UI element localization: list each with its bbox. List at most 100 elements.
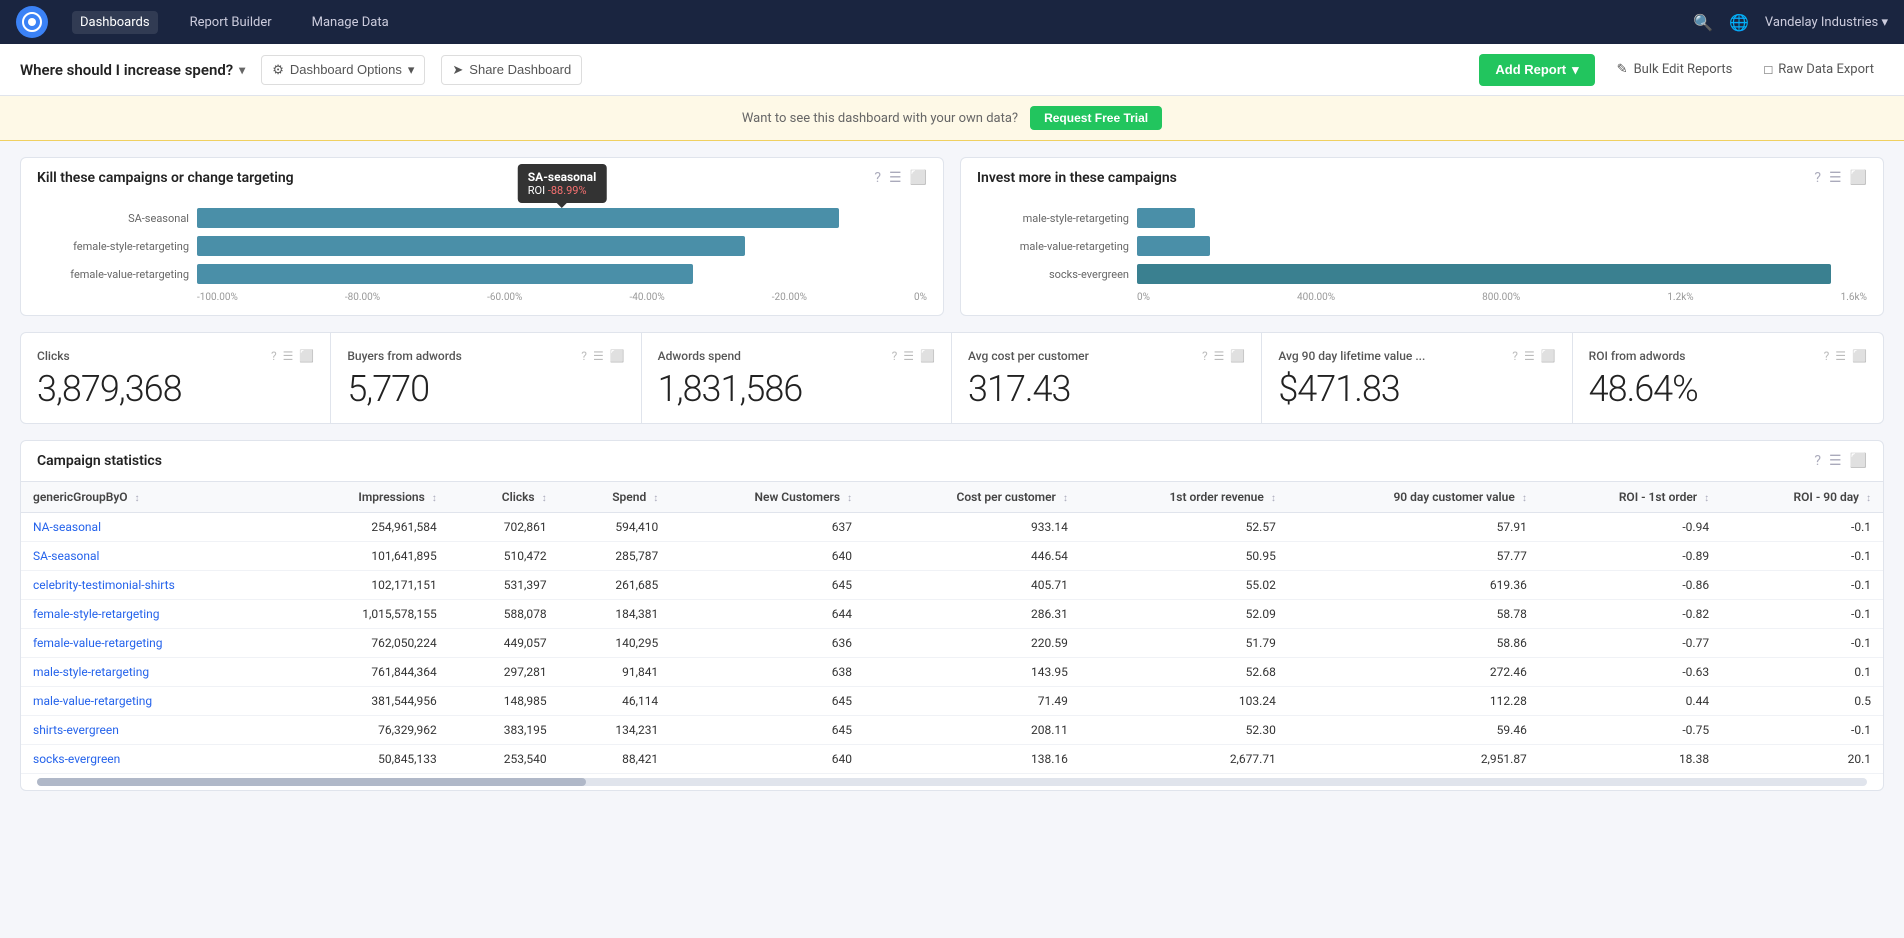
col-clicks[interactable]: Clicks ↕ — [449, 482, 559, 513]
table-scroll[interactable]: genericGroupByO ↕ Impressions ↕ Clicks ↕… — [21, 482, 1883, 774]
bulk-edit-button[interactable]: ✎ Bulk Edit Reports — [1607, 56, 1743, 83]
left-bar-chart: SA-seasonal SA-seasonal ROI -88.99% fema… — [37, 198, 927, 303]
kpi-avgcost-info-icon[interactable]: ? — [1202, 349, 1208, 363]
nav-report-builder[interactable]: Report Builder — [182, 11, 280, 34]
kpi-spend-settings-icon[interactable]: ☰ — [903, 349, 914, 363]
kpi-avgcost-expand-icon[interactable]: ⬜ — [1230, 349, 1245, 363]
right-bar-chart: male-style-retargeting male-value-retarg… — [977, 198, 1867, 303]
chart-info-icon[interactable]: ? — [874, 170, 881, 186]
col-impressions[interactable]: Impressions ↕ — [285, 482, 448, 513]
table-cell-5: 286.31 — [864, 600, 1080, 629]
kpi-settings-icon[interactable]: ☰ — [283, 349, 294, 363]
kpi-spend-expand-icon[interactable]: ⬜ — [920, 349, 935, 363]
share-icon: ➤ — [452, 62, 463, 78]
table-cell-7: 619.36 — [1288, 571, 1539, 600]
table-cell-0[interactable]: celebrity-testimonial-shirts — [21, 571, 285, 600]
table-cell-9: -0.1 — [1721, 600, 1883, 629]
table-cell-2: 148,985 — [449, 687, 559, 716]
table-cell-8: -0.89 — [1539, 542, 1721, 571]
table-cell-0[interactable]: shirts-evergreen — [21, 716, 285, 745]
share-dashboard-button[interactable]: ➤ Share Dashboard — [441, 55, 582, 85]
trial-banner: Want to see this dashboard with your own… — [0, 96, 1904, 141]
chart-settings-icon[interactable]: ☰ — [889, 170, 902, 186]
kpi-buyers-expand-icon[interactable]: ⬜ — [610, 349, 625, 363]
download-icon: □ — [1764, 62, 1772, 78]
table-cell-4: 636 — [670, 629, 864, 658]
nav-dashboards[interactable]: Dashboards — [72, 11, 158, 34]
bar-label-sa-seasonal: SA-seasonal — [37, 212, 197, 225]
kpi-ltv-expand-icon[interactable]: ⬜ — [1541, 349, 1556, 363]
sub-header: Where should I increase spend? ▾ ⚙ Dashb… — [0, 44, 1904, 96]
table-scrollbar-thumb[interactable] — [37, 778, 586, 786]
kpi-roi-info-icon[interactable]: ? — [1824, 349, 1830, 363]
table-cell-6: 51.79 — [1080, 629, 1288, 658]
chart-info-icon-r[interactable]: ? — [1814, 170, 1821, 186]
table-cell-9: -0.1 — [1721, 513, 1883, 542]
kpi-clicks-value: 3,879,368 — [37, 371, 314, 407]
kpi-spend-info-icon[interactable]: ? — [892, 349, 898, 363]
table-cell-7: 272.46 — [1288, 658, 1539, 687]
kpi-buyers-info-icon[interactable]: ? — [581, 349, 587, 363]
table-cell-3: 261,685 — [559, 571, 671, 600]
col-cost-per-customer[interactable]: Cost per customer ↕ — [864, 482, 1080, 513]
table-cell-0[interactable]: male-style-retargeting — [21, 658, 285, 687]
dashboard-title[interactable]: Where should I increase spend? ▾ — [20, 61, 245, 79]
table-body: NA-seasonal254,961,584702,861594,4106379… — [21, 513, 1883, 774]
globe-icon[interactable]: 🌐 — [1729, 13, 1749, 32]
table-cell-0[interactable]: socks-evergreen — [21, 745, 285, 774]
kpi-expand-icon[interactable]: ⬜ — [299, 349, 314, 363]
kpi-ltv-info-icon[interactable]: ? — [1512, 349, 1518, 363]
col-group[interactable]: genericGroupByO ↕ — [21, 482, 285, 513]
chart-expand-icon[interactable]: ⬜ — [910, 170, 927, 186]
app-logo[interactable] — [16, 6, 48, 38]
table-horizontal-scrollbar[interactable] — [37, 778, 1867, 786]
chart-settings-icon-r[interactable]: ☰ — [1829, 170, 1842, 186]
col-new-customers[interactable]: New Customers ↕ — [670, 482, 864, 513]
kpi-avgcost-settings-icon[interactable]: ☰ — [1214, 349, 1225, 363]
table-cell-0[interactable]: NA-seasonal — [21, 513, 285, 542]
chart-expand-icon-r[interactable]: ⬜ — [1850, 170, 1867, 186]
table-cell-0[interactable]: SA-seasonal — [21, 542, 285, 571]
table-cell-3: 46,114 — [559, 687, 671, 716]
col-roi-90day[interactable]: ROI - 90 day ↕ — [1721, 482, 1883, 513]
request-trial-button[interactable]: Request Free Trial — [1030, 106, 1162, 130]
kpi-buyers-settings-icon[interactable]: ☰ — [593, 349, 604, 363]
right-chart-title: Invest more in these campaigns — [977, 170, 1177, 186]
kpi-lifetime-value: Avg 90 day lifetime value ... ? ☰ ⬜ $471… — [1262, 333, 1572, 423]
kpi-roi-settings-icon[interactable]: ☰ — [1835, 349, 1846, 363]
left-chart-title: Kill these campaigns or change targeting — [37, 170, 294, 186]
table-expand-icon[interactable]: ⬜ — [1850, 453, 1867, 469]
nav-manage-data[interactable]: Manage Data — [304, 11, 397, 34]
kpi-roi-expand-icon[interactable]: ⬜ — [1852, 349, 1867, 363]
table-cell-5: 71.49 — [864, 687, 1080, 716]
table-cell-0[interactable]: female-value-retargeting — [21, 629, 285, 658]
table-cell-6: 55.02 — [1080, 571, 1288, 600]
table-cell-8: -0.63 — [1539, 658, 1721, 687]
kpi-ltv-settings-icon[interactable]: ☰ — [1524, 349, 1535, 363]
col-roi-1st[interactable]: ROI - 1st order ↕ — [1539, 482, 1721, 513]
table-cell-5: 138.16 — [864, 745, 1080, 774]
search-icon[interactable]: 🔍 — [1693, 13, 1713, 32]
add-report-button[interactable]: Add Report ▾ — [1479, 54, 1594, 86]
table-cell-7: 58.86 — [1288, 629, 1539, 658]
kpi-info-icon[interactable]: ? — [271, 349, 277, 363]
table-row: female-value-retargeting762,050,224449,0… — [21, 629, 1883, 658]
table-cell-7: 59.46 — [1288, 716, 1539, 745]
table-cell-0[interactable]: female-style-retargeting — [21, 600, 285, 629]
settings-icon: ⚙ — [272, 62, 284, 78]
campaign-table: genericGroupByO ↕ Impressions ↕ Clicks ↕… — [21, 482, 1883, 774]
col-spend[interactable]: Spend ↕ — [559, 482, 671, 513]
table-cell-0[interactable]: male-value-retargeting — [21, 687, 285, 716]
table-cell-5: 143.95 — [864, 658, 1080, 687]
raw-data-button[interactable]: □ Raw Data Export — [1754, 56, 1884, 84]
table-cell-5: 220.59 — [864, 629, 1080, 658]
table-row: shirts-evergreen76,329,962383,195134,231… — [21, 716, 1883, 745]
table-info-icon[interactable]: ? — [1814, 453, 1821, 469]
kpi-lifetime-value-val: $471.83 — [1278, 371, 1555, 407]
kpi-buyers: Buyers from adwords ? ☰ ⬜ 5,770 — [331, 333, 641, 423]
company-selector[interactable]: Vandelay Industries ▾ — [1765, 15, 1888, 30]
dashboard-options-button[interactable]: ⚙ Dashboard Options ▾ — [261, 55, 425, 85]
table-settings-icon[interactable]: ☰ — [1829, 453, 1842, 469]
col-90day-value[interactable]: 90 day customer value ↕ — [1288, 482, 1539, 513]
col-1st-order-rev[interactable]: 1st order revenue ↕ — [1080, 482, 1288, 513]
